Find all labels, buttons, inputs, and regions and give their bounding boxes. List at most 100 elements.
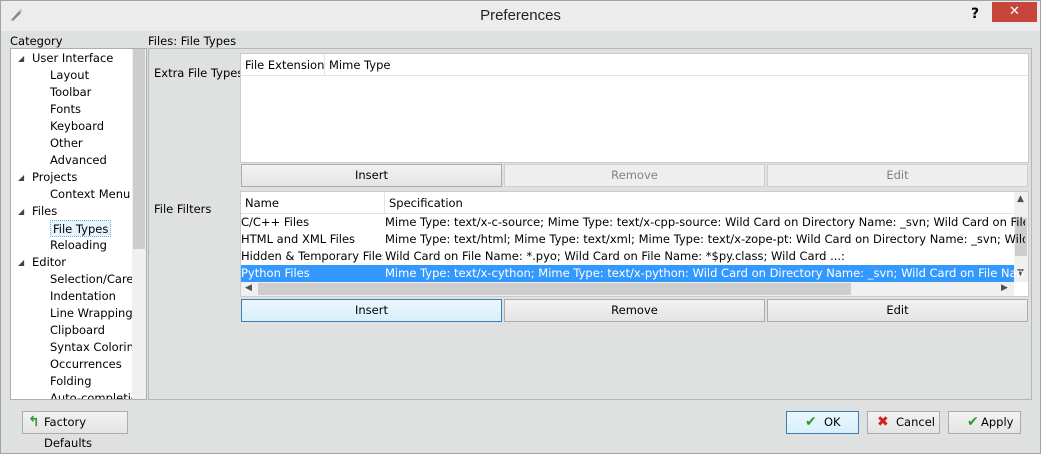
preferences-window: Preferences ? ✕ Category Auto-completion…: [0, 0, 1041, 454]
file-types-panel: Extra File Types File Extension Mime Typ…: [148, 48, 1032, 400]
expand-arrow-icon[interactable]: ◢: [18, 50, 24, 67]
tree-item-label: Editor: [32, 255, 67, 269]
tree-item-advanced[interactable]: Advanced: [50, 152, 107, 169]
factory-defaults-button[interactable]: ↰ Factory Defaults: [22, 411, 128, 450]
category-tree[interactable]: Auto-completion Folding Occurrences Syntax …: [10, 48, 147, 400]
cancel-button[interactable]: ✖ Cancel: [867, 411, 940, 434]
tree-item-syntax-coloring[interactable]: Syntax Coloring: [50, 339, 141, 356]
tree-item-label: File Types: [53, 222, 109, 236]
tree-item-toolbar[interactable]: Toolbar: [50, 84, 91, 101]
tree-item-label: Layout: [50, 68, 90, 82]
tree-item-label: Context Menu: [50, 187, 131, 201]
filters-hscroll-thumb[interactable]: [258, 283, 851, 295]
cross-icon: ✖: [877, 414, 889, 430]
column-header-mime-type[interactable]: Mime Type: [325, 54, 1028, 76]
close-button[interactable]: ✕: [992, 2, 1037, 22]
checkmark-icon: ✔: [967, 414, 979, 430]
tree-item-user-interface[interactable]: ◢ User Interface: [18, 50, 114, 67]
extra-insert-button[interactable]: Insert: [241, 164, 502, 187]
tree-item-fonts[interactable]: Fonts: [50, 101, 81, 118]
expand-arrow-icon[interactable]: ◢: [18, 169, 24, 186]
tree-item-label: Clipboard: [50, 323, 105, 337]
table-row[interactable]: C/C++ Files Mime Type: text/x-c-source; M…: [241, 214, 1025, 231]
window-title: Preferences: [480, 7, 561, 24]
filter-spec-cell: Mime Type: text/x-cython; Mime Type: tex…: [385, 266, 1025, 280]
file-filters-table[interactable]: Name Specification ▲ ▼ ◀ ▶ C/C++ Files Mi…: [240, 191, 1029, 297]
help-icon[interactable]: ?: [966, 4, 984, 24]
tree-item-label: Fonts: [50, 102, 82, 116]
filter-name-cell: Hidden & Temporary Files: [241, 249, 383, 263]
tree-item-label: Advanced: [50, 153, 107, 167]
title-bar: Preferences ? ✕: [1, 1, 1040, 31]
filter-name-cell: Python Files: [241, 266, 310, 280]
tree-item-file-types[interactable]: File Types: [50, 220, 112, 237]
extra-remove-button[interactable]: Remove: [504, 164, 765, 187]
filters-insert-button[interactable]: Insert: [241, 299, 502, 322]
tree-item-label: Line Wrapping: [50, 306, 133, 320]
filters-edit-button[interactable]: Edit: [767, 299, 1028, 322]
tree-item-label: Occurrences: [50, 357, 122, 371]
extra-file-types-table[interactable]: File Extension Mime Type: [240, 53, 1029, 163]
tree-scrollbar[interactable]: [132, 49, 146, 399]
tree-item-label: Folding: [50, 374, 92, 388]
apply-label: Apply: [981, 415, 1014, 429]
tree-item-label: Auto-completion: [50, 391, 146, 400]
tree-item-reloading[interactable]: Reloading: [50, 237, 107, 254]
apply-button[interactable]: ✔ Apply: [948, 411, 1021, 434]
page-title: Files: File Types: [148, 34, 237, 48]
tree-item-keyboard[interactable]: Keyboard: [50, 118, 104, 135]
category-label: Category: [10, 34, 63, 48]
tree-scroll-thumb[interactable]: [133, 49, 145, 249]
column-header-file-extension[interactable]: File Extension: [241, 54, 325, 76]
tree-item-layout[interactable]: Layout: [50, 67, 89, 84]
tree-item-label: Files: [32, 204, 58, 218]
filters-horizontal-scrollbar[interactable]: ◀ ▶: [241, 282, 1014, 296]
tree-item-context-menu[interactable]: Context Menu: [50, 186, 130, 203]
tree-item-label: Other: [50, 136, 83, 150]
tree-item-label: Indentation: [50, 289, 116, 303]
filter-spec-cell: Mime Type: text/x-c-source; Mime Type: t…: [385, 215, 1025, 229]
tree-item-folding[interactable]: Folding: [50, 373, 92, 390]
cancel-label: Cancel: [896, 415, 935, 429]
tree-item-auto-completion[interactable]: Auto-completion: [50, 390, 146, 400]
tree-item-label: Syntax Coloring: [50, 340, 142, 354]
reset-icon: ↰: [28, 414, 40, 430]
tree-item-label: User Interface: [32, 51, 114, 65]
filter-name-cell: C/C++ Files: [241, 215, 310, 229]
tree-item-occurrences[interactable]: Occurrences: [50, 356, 122, 373]
scroll-right-icon[interactable]: ▶: [1001, 283, 1008, 293]
tree-item-files[interactable]: ◢ Files: [18, 203, 58, 220]
tree-item-selection-caret[interactable]: Selection/Caret: [50, 271, 138, 288]
table-row[interactable]: Python Files Mime Type: text/x-cython; Mi…: [241, 265, 1025, 282]
extra-file-types-label: Extra File Types: [154, 66, 244, 80]
extra-edit-button[interactable]: Edit: [767, 164, 1028, 187]
table-row[interactable]: Hidden & Temporary Files Wild Card on Fil…: [241, 248, 1014, 265]
filter-name-cell: HTML and XML Files: [241, 232, 356, 246]
expand-arrow-icon[interactable]: ◢: [18, 254, 24, 271]
file-filters-label: File Filters: [154, 202, 212, 216]
checkmark-icon: ✔: [805, 414, 817, 430]
column-header-name[interactable]: Name: [241, 192, 385, 214]
tree-item-clipboard[interactable]: Clipboard: [50, 322, 105, 339]
column-header-specification[interactable]: Specification: [385, 192, 1015, 214]
factory-defaults-label: Factory Defaults: [44, 415, 93, 450]
tree-item-editor[interactable]: ◢ Editor: [18, 254, 67, 271]
tree-item-label: Selection/Caret: [50, 272, 139, 286]
tree-item-indentation[interactable]: Indentation: [50, 288, 116, 305]
filters-remove-button[interactable]: Remove: [504, 299, 765, 322]
tree-item-label: Keyboard: [50, 119, 105, 133]
table-row[interactable]: HTML and XML Files Mime Type: text/html; …: [241, 231, 1025, 248]
tree-item-line-wrapping[interactable]: Line Wrapping: [50, 305, 133, 322]
tree-item-label: Reloading: [50, 238, 107, 252]
filter-spec-cell: Wild Card on File Name: *.pyo; Wild Card…: [385, 249, 845, 263]
ok-button[interactable]: ✔ OK: [786, 411, 859, 434]
tree-item-projects[interactable]: ◢ Projects: [18, 169, 78, 186]
ok-label: OK: [824, 415, 841, 429]
scroll-left-icon[interactable]: ◀: [245, 283, 252, 293]
tree-item-label: Toolbar: [50, 85, 92, 99]
scroll-up-icon[interactable]: ▲: [1017, 194, 1024, 204]
expand-arrow-icon[interactable]: ◢: [18, 203, 24, 220]
tree-item-other[interactable]: Other: [50, 135, 83, 152]
filter-spec-cell: Mime Type: text/html; Mime Type: text/xm…: [385, 232, 1025, 246]
tree-item-label: Projects: [32, 170, 78, 184]
